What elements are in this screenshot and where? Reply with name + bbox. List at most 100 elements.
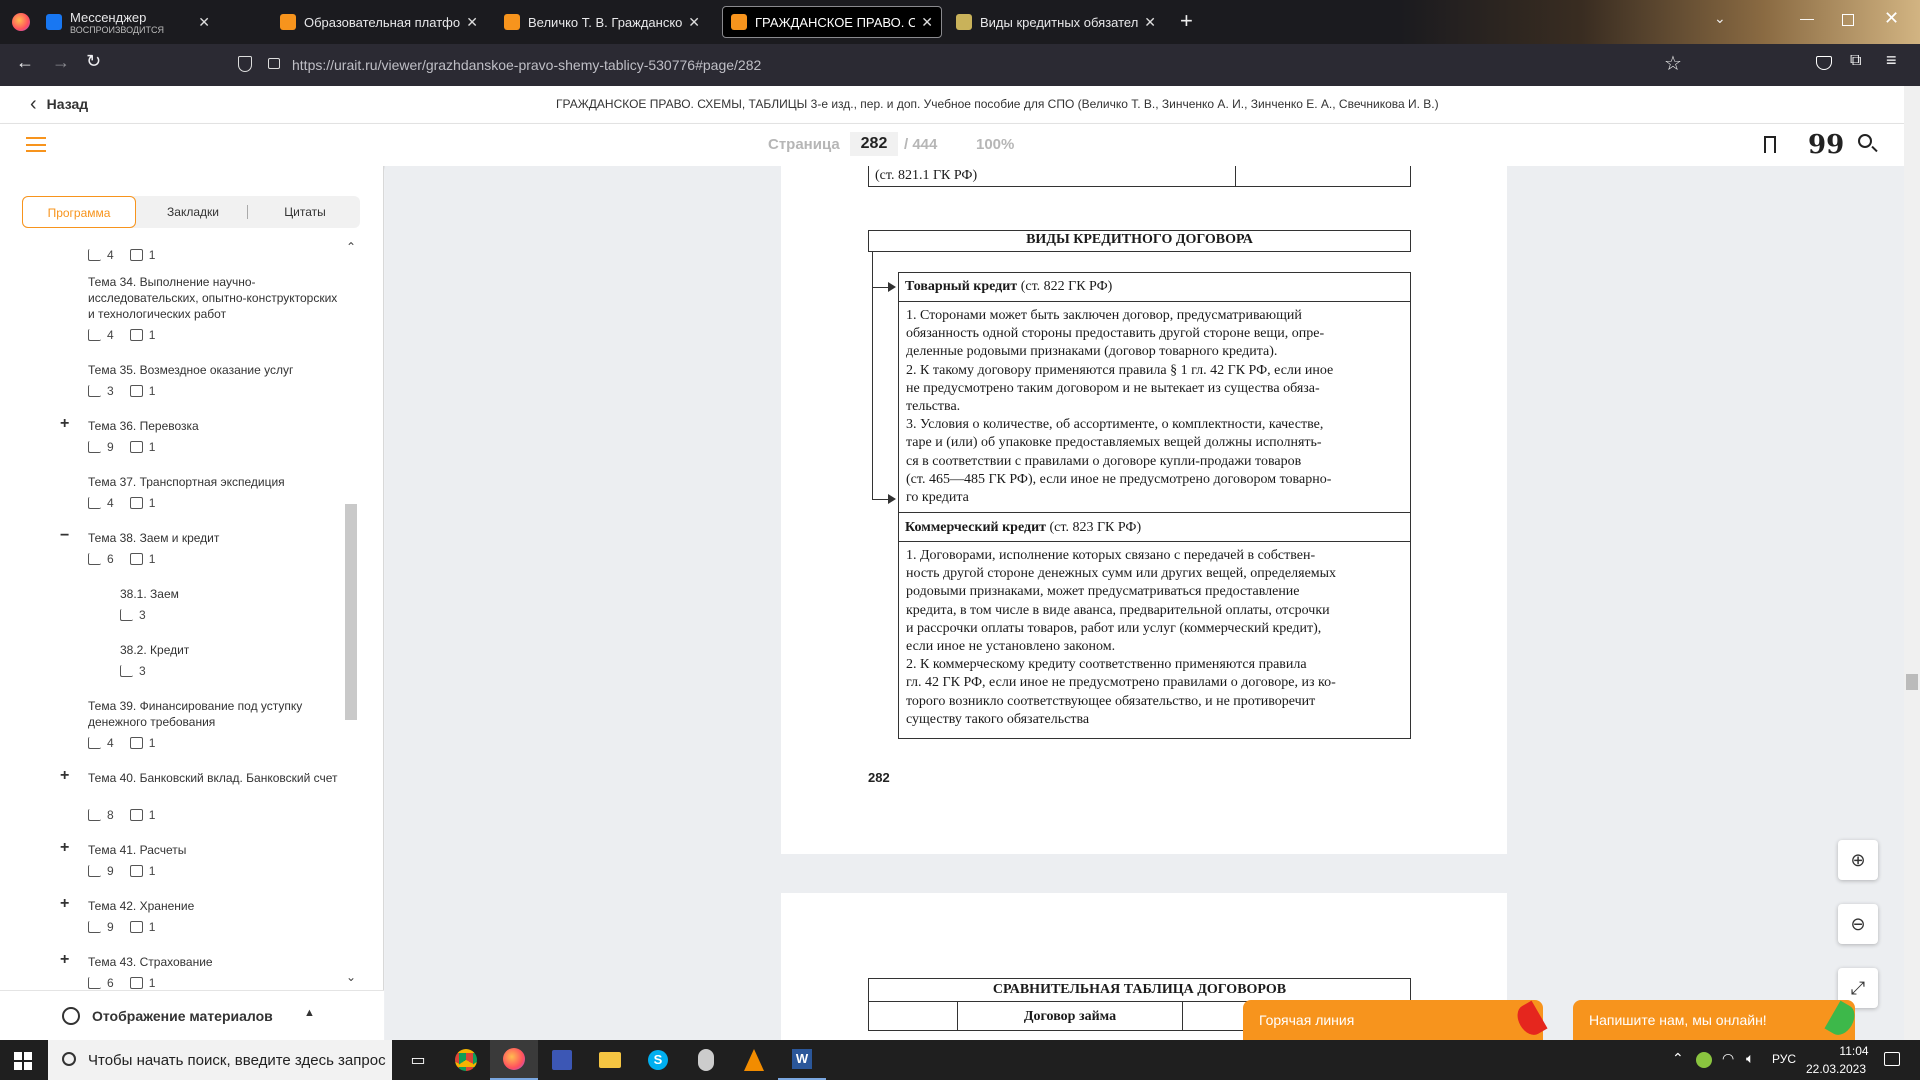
toc-item-36[interactable]: Тема 36. Перевозка <box>88 418 338 434</box>
zoom-out-button[interactable]: ⊖ <box>1838 904 1878 944</box>
arrow-right-icon <box>888 494 896 504</box>
back-button[interactable]: ‹ Назад <box>30 94 88 114</box>
url-text[interactable]: https://urait.ru/viewer/grazhdanskoe-pra… <box>292 57 761 73</box>
tab-divider <box>247 205 248 219</box>
hotline-label: Горячая линия <box>1259 1012 1355 1028</box>
toc-item-39[interactable]: Тема 39. Финансирование под уступку дене… <box>88 698 338 730</box>
maximize-button[interactable] <box>1842 14 1854 26</box>
tab-messenger[interactable]: Мессенджер ВОСПРОИЗВОДИТСЯ ✕ <box>38 6 218 38</box>
toc-item-38[interactable]: Тема 38. Заем и кредит <box>88 530 338 546</box>
chevron-up-icon[interactable]: ▲ <box>304 1007 315 1019</box>
tray-app-icon[interactable] <box>1696 1052 1712 1068</box>
notifications-icon[interactable] <box>1884 1052 1900 1066</box>
vlc-icon[interactable] <box>730 1040 778 1080</box>
word-icon[interactable]: W <box>778 1040 826 1080</box>
tab-list-chevron-icon[interactable]: ⌄ <box>1714 10 1726 27</box>
toc-item-37[interactable]: Тема 37. Транспортная экспедиция <box>88 474 338 490</box>
zoom-out-icon: ⊖ <box>1850 913 1866 934</box>
language-indicator[interactable]: РУС <box>1772 1052 1796 1066</box>
tab-urait-platform[interactable]: Образовательная платформа ✕ <box>272 6 486 38</box>
app-menu-icon[interactable]: ≡ <box>1886 50 1897 71</box>
collapse-icon[interactable]: − <box>60 527 69 545</box>
clock-time[interactable]: 11:04 <box>1818 1044 1890 1058</box>
extensions-icon[interactable]: ⧉ <box>1850 52 1861 70</box>
clock-date[interactable]: 22.03.2023 <box>1800 1062 1872 1076</box>
books-icon <box>88 553 101 565</box>
volume-icon[interactable]: 🔈︎ <box>1746 1050 1754 1067</box>
new-tab-button[interactable]: + <box>1180 8 1193 34</box>
toc-item-42[interactable]: Тема 42. Хранение <box>88 898 338 914</box>
expand-icon[interactable]: + <box>60 767 69 785</box>
toc-item-43[interactable]: Тема 43. Страхование <box>88 954 338 970</box>
hotline-widget[interactable]: Горячая линия <box>1243 1000 1548 1040</box>
page-scrollbar[interactable] <box>1904 86 1920 1040</box>
forward-icon[interactable]: → <box>52 52 70 73</box>
calendar-icon <box>129 809 143 821</box>
save-app-icon[interactable] <box>538 1040 586 1080</box>
search-icon[interactable] <box>1858 134 1872 148</box>
gear-icon <box>62 1007 80 1025</box>
shield-icon[interactable] <box>238 56 252 72</box>
skype-icon[interactable]: S <box>634 1040 682 1080</box>
close-icon[interactable]: ✕ <box>688 14 700 31</box>
lock-icon[interactable] <box>268 58 280 69</box>
toc-item-34[interactable]: Тема 34. Выполнение научно-исследователь… <box>88 274 338 322</box>
mouse-app-icon[interactable] <box>682 1040 730 1080</box>
close-icon[interactable]: ✕ <box>921 14 933 31</box>
wifi-icon[interactable]: ◠ <box>1722 1050 1734 1067</box>
tray-chevron-icon[interactable]: ⌃ <box>1672 1050 1684 1067</box>
expand-icon[interactable]: + <box>60 839 69 857</box>
expand-icon[interactable]: + <box>60 895 69 913</box>
chevron-up-icon[interactable]: ⌃ <box>346 240 356 254</box>
quotes-icon[interactable]: 99 <box>1808 130 1844 160</box>
tab-program[interactable]: Программа <box>22 196 136 228</box>
tab-credit-obligations[interactable]: Виды кредитных обязательств ✕ <box>948 6 1164 38</box>
toc-item-41[interactable]: Тема 41. Расчеты <box>88 842 338 858</box>
task-view-icon[interactable]: ▭ <box>394 1040 442 1080</box>
windows-start-icon[interactable] <box>14 1052 32 1070</box>
toc-item-35[interactable]: Тема 35. Возмездное оказание услуг <box>88 362 338 378</box>
bookmark-star-icon[interactable]: ☆ <box>1664 51 1682 76</box>
firefox-menu-icon[interactable] <box>12 13 30 31</box>
scroll-thumb[interactable] <box>1906 674 1918 690</box>
toc-item-40[interactable]: Тема 40. Банковский вклад. Банковский сч… <box>88 770 338 786</box>
hamburger-menu-icon[interactable] <box>26 137 46 152</box>
expand-icon[interactable]: + <box>60 951 69 969</box>
bookmark-icon[interactable] <box>1764 136 1776 153</box>
zoom-in-button[interactable]: ⊕ <box>1838 840 1878 880</box>
pocket-icon[interactable] <box>1816 56 1832 70</box>
phone-icon <box>1512 1000 1548 1040</box>
table-heading: СРАВНИТЕЛЬНАЯ ТАБЛИЦА ДОГОВОРОВ <box>992 982 1287 997</box>
reload-icon[interactable]: ↻ <box>86 51 101 72</box>
close-icon[interactable]: ✕ <box>198 14 210 31</box>
close-icon[interactable]: ✕ <box>466 14 478 31</box>
firefox-icon[interactable] <box>490 1040 538 1080</box>
tab-active-book[interactable]: ГРАЖДАНСКОЕ ПРАВО. СХЕМ ✕ <box>722 6 942 38</box>
tab-quotes[interactable]: Цитаты <box>250 196 360 228</box>
close-window-button[interactable]: ✕ <box>1884 8 1899 29</box>
toc-item-38-1[interactable]: 38.1. Заем <box>120 586 344 602</box>
toc-item-38-2[interactable]: 38.2. Кредит <box>120 642 344 658</box>
books-icon <box>88 497 101 509</box>
minimize-button[interactable]: — <box>1800 10 1814 26</box>
list-item-meta: 9 1 <box>88 440 155 454</box>
file-explorer-icon[interactable] <box>586 1040 634 1080</box>
url-bar[interactable]: https://urait.ru/viewer/grazhdanskoe-pra… <box>292 50 1672 80</box>
toc-scroll-thumb[interactable] <box>345 504 357 720</box>
expand-icon[interactable]: + <box>60 415 69 433</box>
chat-widget[interactable]: Напишите нам, мы онлайн! <box>1573 1000 1860 1040</box>
tab-bookmarks[interactable]: Закладки <box>136 196 250 228</box>
windows-taskbar: Чтобы начать поиск, введите здесь запрос… <box>0 1040 1920 1080</box>
books-icon <box>120 665 133 677</box>
chevron-left-icon: ‹ <box>30 93 37 115</box>
display-materials-bar[interactable]: Отображение материалов ▲ <box>0 990 384 1040</box>
chrome-icon[interactable] <box>442 1040 490 1080</box>
calendar-icon <box>129 249 143 261</box>
taskbar-search[interactable]: Чтобы начать поиск, введите здесь запрос <box>48 1040 392 1080</box>
chevron-down-icon[interactable]: ⌄ <box>346 970 356 984</box>
close-icon[interactable]: ✕ <box>1144 14 1156 31</box>
tab-velichko[interactable]: Величко Т. В. Гражданское пр ✕ <box>496 6 708 38</box>
back-icon[interactable]: ← <box>16 52 34 73</box>
page-number-input[interactable]: 282 <box>850 132 898 156</box>
list-item-meta: 6 1 <box>88 552 155 566</box>
